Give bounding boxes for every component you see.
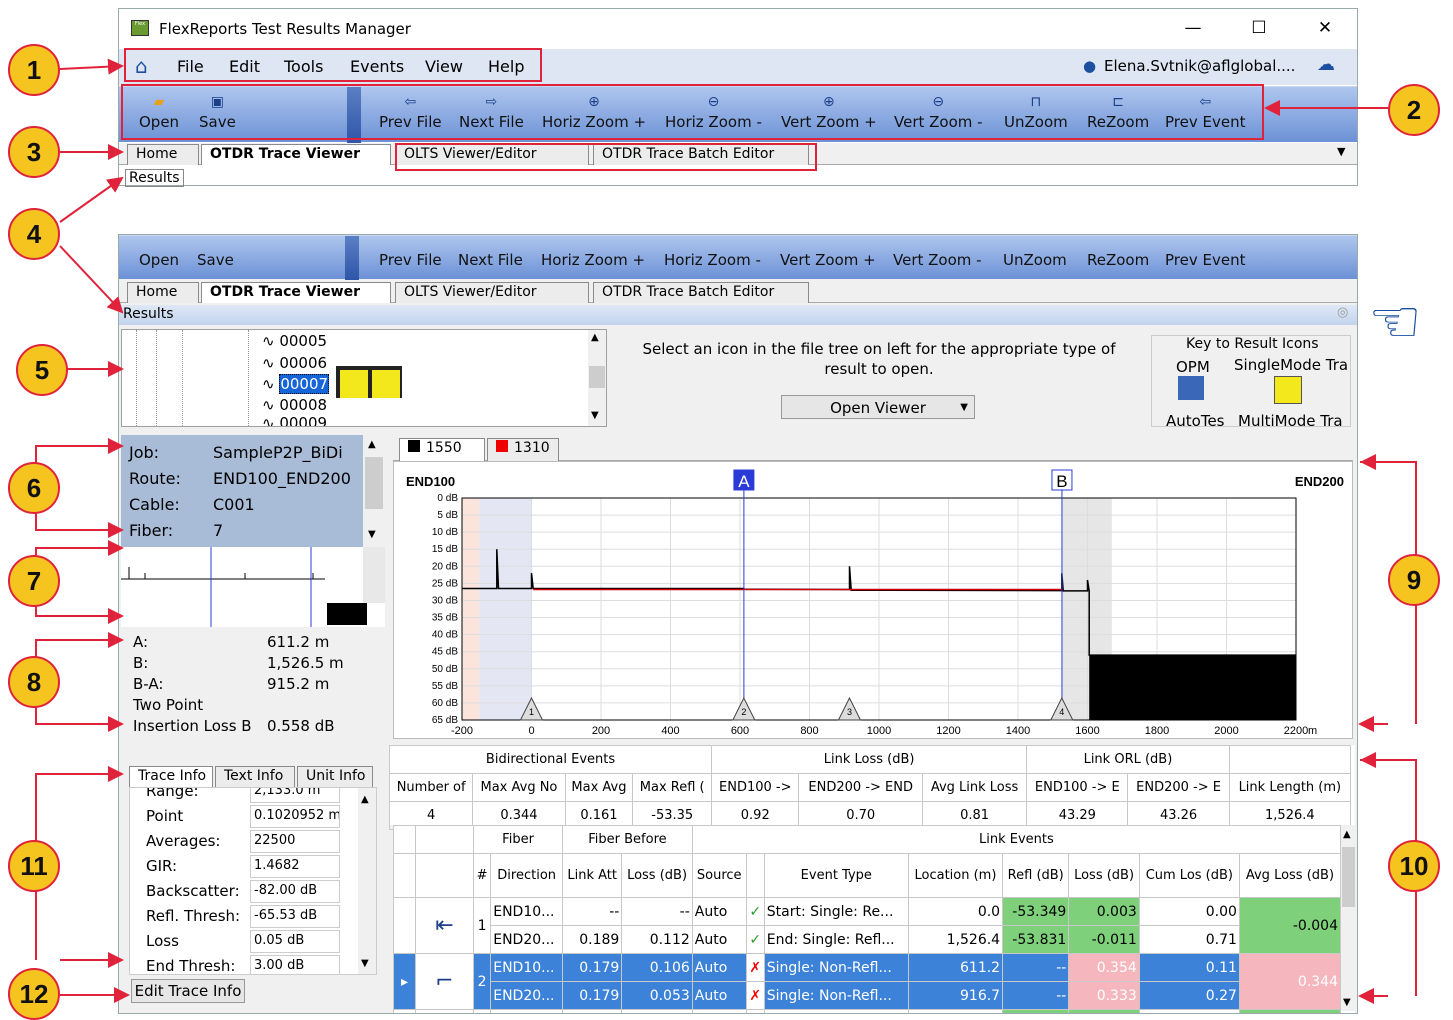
- callout-6: 6: [8, 462, 60, 514]
- callout-11: 11: [8, 840, 60, 892]
- callout-1: 1: [8, 44, 60, 96]
- callout-10: 10: [1388, 840, 1440, 892]
- callout-8: 8: [8, 656, 60, 708]
- callout-9: 9: [1388, 554, 1440, 606]
- callout-4: 4: [8, 208, 60, 260]
- callout-12: 12: [8, 968, 60, 1020]
- callout-arrows: [35, 58, 1417, 1004]
- callout-5: 5: [16, 344, 68, 396]
- callout-3: 3: [8, 126, 60, 178]
- callout-2: 2: [1388, 84, 1440, 136]
- callout-7: 7: [8, 555, 60, 607]
